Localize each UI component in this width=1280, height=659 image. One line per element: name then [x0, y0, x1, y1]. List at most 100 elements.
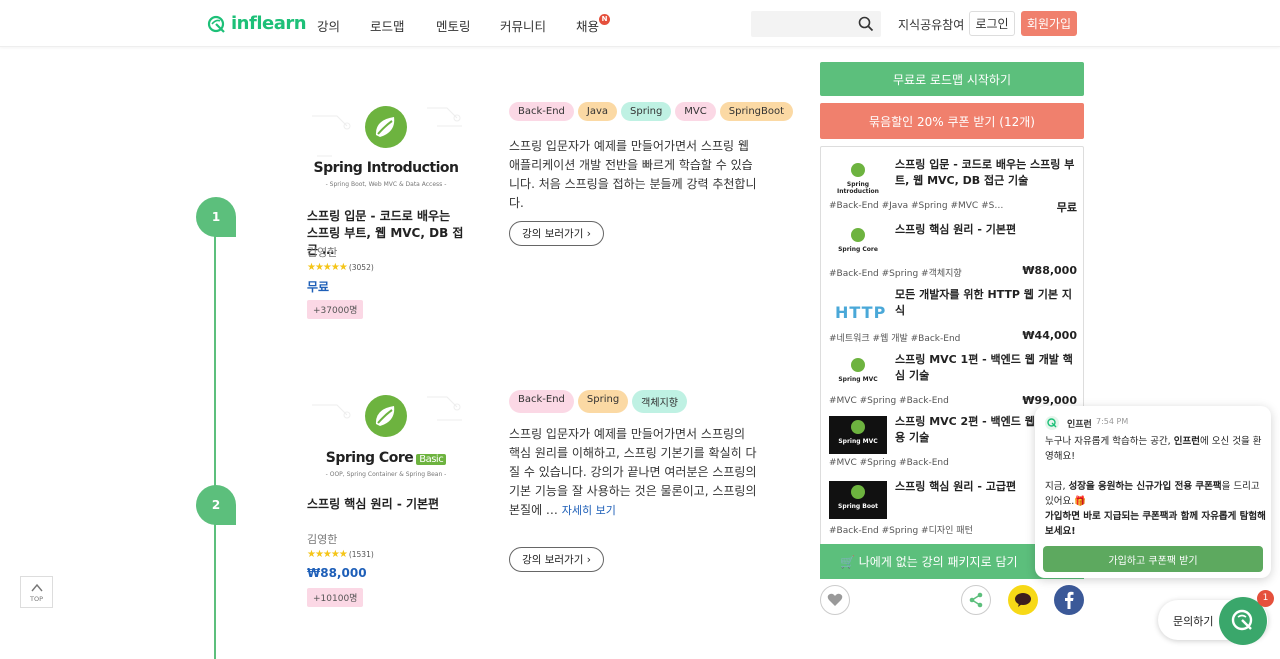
nav-courses[interactable]: 강의 [317, 16, 340, 35]
package-thumbnail: Spring Introduction [829, 159, 887, 197]
like-button[interactable] [820, 585, 850, 615]
course-description: 스프링 입문자가 예제를 만들어가면서 스프링의 핵심 원리를 이해하고, 스프… [509, 425, 759, 520]
package-item[interactable]: Spring Introduction 스프링 입문 - 코드로 배우는 스프링… [829, 157, 1077, 221]
package-thumbnail: Spring Core [829, 224, 887, 262]
tag-java[interactable]: Java [577, 102, 618, 121]
package-tags: #MVC #Spring #Back-End [829, 396, 949, 406]
package-thumbnail: Spring MVC [829, 416, 887, 454]
chevron-right-icon: › [586, 228, 591, 240]
facebook-share-button[interactable] [1054, 585, 1084, 615]
scroll-top-button[interactable]: TOP [20, 576, 53, 608]
chevron-right-icon: › [586, 554, 591, 566]
tag-back-end[interactable]: Back-End [509, 102, 574, 121]
package-price: 무료 [1056, 201, 1077, 214]
signup-button[interactable]: 회원가입 [1021, 11, 1077, 36]
popup-text-bold: 인프런 [1173, 436, 1200, 447]
tag-spring[interactable]: Spring [621, 102, 672, 121]
view-course-label: 강의 보러가기 [522, 228, 584, 240]
share-icon [969, 592, 983, 608]
step-badge-2: 2 [196, 485, 236, 525]
chat-unread-badge: 1 [1257, 590, 1274, 607]
scroll-top-label: TOP [29, 595, 43, 603]
nav-jobs[interactable]: 채용 [576, 16, 599, 35]
package-tags: #Back-End #Spring #객체지향 [829, 269, 962, 279]
view-course-button[interactable]: 강의 보러가기 › [509, 221, 604, 246]
popup-message: 누구나 자유롭게 학습하는 공간, 인프런에 오신 것을 환영해요! 지금, 성… [1045, 434, 1267, 539]
course-price: ₩88,000 [307, 566, 367, 580]
view-course-button[interactable]: 강의 보러가기 › [509, 547, 604, 572]
spring-logo-icon [365, 395, 407, 437]
kakao-talk-icon [1015, 593, 1031, 607]
kakao-share-button[interactable] [1008, 585, 1038, 615]
signup-coupon-button[interactable]: 가입하고 쿠폰팩 받기 [1043, 546, 1263, 572]
thumbnail-title-text: Spring Core [325, 450, 414, 466]
popup-text: 지금, [1045, 481, 1069, 492]
spring-logo-icon [851, 485, 865, 499]
popup-sender: 인프런 [1067, 420, 1092, 430]
welcome-popup: 인프런 7:54 PM 누구나 자유롭게 학습하는 공간, 인프런에 오신 것을… [1035, 406, 1271, 578]
rating-count: (1531) [348, 550, 374, 559]
nav-new-badge: N [599, 14, 610, 25]
nav-community[interactable]: 커뮤니티 [500, 16, 546, 35]
tag-oop[interactable]: 객체지향 [632, 390, 687, 413]
thumbnail-title: Spring Core Basic [307, 450, 465, 466]
package-thumbnail: HTTP [829, 289, 887, 327]
package-tags: #네트워크 #웹 개발 #Back-End [829, 334, 961, 344]
nav-mentoring[interactable]: 멘토링 [436, 16, 471, 35]
thumbnail-title: Spring Introduction [313, 160, 459, 176]
popup-text-bold: 성장을 응원하는 신규가입 전용 쿠폰팩 [1068, 481, 1222, 492]
inflearn-avatar-icon [1045, 416, 1059, 430]
course-author: 김영한 [307, 246, 338, 259]
course-thumbnail[interactable]: Spring Introduction - Spring Boot, Web M… [307, 96, 465, 196]
timeline-line [214, 234, 216, 659]
package-tags: #Back-End #Spring #디자인 패턴 [829, 526, 973, 536]
facebook-icon [1065, 591, 1074, 609]
star-icons: ★★★★★ [307, 262, 348, 273]
package-price: ₩44,000 [1022, 329, 1077, 342]
package-item[interactable]: HTTP 모든 개발자를 위한 HTTP 웹 기본 지식 #네트워크 #웹 개발… [829, 287, 1077, 351]
star-icons: ★★★★★ [307, 549, 348, 560]
course-description: 스프링 입문자가 예제를 만들어가면서 스프링 웹 애플리케이션 개발 전반을 … [509, 139, 757, 210]
step-badge-1: 1 [196, 197, 236, 237]
course-tags: Back-End Java Spring MVC SpringBoot [509, 102, 794, 121]
package-thumb-label: Spring Introduction [837, 181, 879, 195]
package-item[interactable]: Spring Core 스프링 핵심 원리 - 기본편 #Back-End #S… [829, 222, 1077, 286]
start-roadmap-button[interactable]: 무료로 로드맵 시작하기 [820, 62, 1084, 96]
student-count-badge: +10100명 [307, 588, 364, 607]
student-count-badge: +37000명 [307, 300, 364, 319]
package-price: ₩88,000 [1022, 264, 1077, 277]
package-thumbnail: Spring MVC [829, 354, 887, 392]
popup-timestamp: 7:54 PM [1096, 417, 1129, 426]
package-thumb-label: Spring Boot [838, 503, 878, 510]
spring-logo-icon [851, 420, 865, 434]
package-title: 모든 개발자를 위한 HTTP 웹 기본 지식 [895, 288, 1072, 317]
read-more-link[interactable]: 자세히 보기 [562, 504, 616, 517]
inquiry-label: 문의하기 [1173, 615, 1214, 628]
tag-spring[interactable]: Spring [577, 390, 629, 413]
tag-mvc[interactable]: MVC [675, 102, 716, 121]
course-price: 무료 [307, 280, 330, 294]
instructor-share-link[interactable]: 지식공유참여 [898, 16, 964, 33]
tag-springboot[interactable]: SpringBoot [719, 102, 794, 121]
package-title: 스프링 MVC 1편 - 백엔드 웹 개발 핵심 기술 [895, 353, 1073, 382]
spring-logo-icon [851, 358, 865, 372]
search-icon[interactable] [858, 16, 874, 32]
header: inflearn 강의 로드맵 멘토링 커뮤니티 채용 N 지식공유참여 로그인… [0, 0, 1280, 47]
course-title[interactable]: 스프링 핵심 원리 - 기본편 [307, 496, 465, 513]
tag-back-end[interactable]: Back-End [509, 390, 574, 413]
course-thumbnail[interactable]: Spring Core Basic - OOP, Spring Container… [307, 385, 465, 485]
spring-logo-icon [365, 106, 407, 148]
package-thumb-label: HTTP [835, 303, 887, 322]
nav-roadmap[interactable]: 로드맵 [370, 16, 405, 35]
package-tags: #Back-End #Java #Spring #MVC #S… [829, 201, 1004, 211]
package-thumb-label: Spring Core [838, 246, 878, 253]
spring-logo-icon [851, 163, 865, 177]
thumbnail-subtitle: - OOP, Spring Container & Spring Bean - [325, 471, 447, 478]
package-thumb-label: Spring MVC [838, 376, 878, 383]
login-button[interactable]: 로그인 [969, 11, 1015, 36]
view-course-label: 강의 보러가기 [522, 554, 584, 566]
bundle-coupon-button[interactable]: 묶음할인 20% 쿠폰 받기 (12개) [820, 103, 1084, 139]
inflearn-logo[interactable]: inflearn [207, 13, 307, 34]
share-button[interactable] [961, 585, 991, 615]
thumbnail-subtitle: - Spring Boot, Web MVC & Data Access - [325, 181, 447, 188]
